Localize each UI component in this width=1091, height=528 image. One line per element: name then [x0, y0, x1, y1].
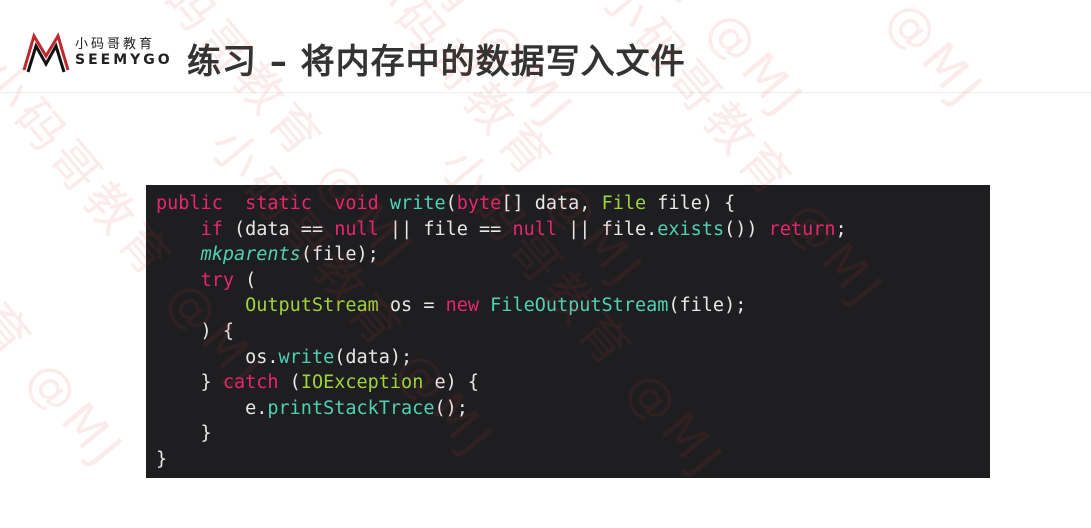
code-line: } catch (IOException e) {: [156, 370, 847, 396]
code-token: file) {: [646, 193, 736, 214]
code-line: ) {: [156, 319, 847, 345]
code-token: IOException: [300, 372, 424, 394]
code-token: exists: [657, 218, 725, 240]
code-token: if: [200, 218, 223, 240]
code-token: void: [334, 193, 379, 214]
code-token: e) {: [423, 372, 480, 394]
code-token: }: [156, 372, 223, 394]
code-token: e.: [156, 397, 268, 419]
code-token: File: [601, 193, 647, 214]
code-line: public static void write(byte[] data, Fi…: [156, 191, 847, 217]
code-line: }: [156, 421, 847, 447]
code-token: os.: [156, 346, 279, 368]
logo: 小码哥教育 SEEMYGO: [22, 30, 182, 74]
watermark-text: 小码哥教育 @MJ: [0, 127, 137, 480]
code-block: public static void write(byte[] data, Fi…: [146, 185, 990, 478]
code-token: FileOutputStream: [490, 295, 669, 317]
code-token: OutputStream: [245, 295, 379, 317]
code-token: }: [156, 423, 212, 445]
code-token: printStackTrace: [267, 397, 435, 419]
code-token: static: [245, 193, 312, 214]
code-token: (: [278, 372, 301, 394]
code-token: ;: [835, 218, 847, 240]
code-token: try: [200, 269, 234, 291]
code-token: (file);: [668, 295, 747, 317]
code-token: (data);: [334, 346, 413, 368]
slide-header: 小码哥教育 SEEMYGO 练习 – 将内存中的数据写入文件: [0, 0, 1091, 93]
code-line: mkparents(file);: [156, 242, 847, 268]
code-token: (: [445, 193, 457, 214]
code-line: if (data == null || file == null || file…: [156, 217, 847, 243]
code-token: || file ==: [378, 218, 513, 240]
code-token: null: [512, 218, 558, 240]
code-token: (file);: [300, 244, 379, 266]
code-token: new: [445, 295, 480, 317]
code-token: [] data,: [501, 193, 602, 214]
code-token: || file.: [557, 218, 658, 240]
code-token: os =: [378, 295, 446, 317]
code-line: os.write(data);: [156, 345, 847, 371]
code-token: catch: [222, 372, 279, 394]
code-token: ()): [724, 218, 769, 240]
page-title: 练习 – 将内存中的数据写入文件: [187, 42, 686, 82]
code-token: byte: [456, 193, 502, 214]
code-token: write: [389, 193, 446, 214]
code-token: ) {: [156, 320, 234, 342]
code-token: return: [768, 218, 836, 240]
code-token: ();: [434, 397, 468, 419]
logo-text-cn: 小码哥教育: [75, 37, 156, 52]
code-token: }: [156, 448, 168, 470]
code-token: (data ==: [222, 218, 335, 240]
code-token: mkparents: [200, 244, 301, 266]
code-token: public: [156, 193, 223, 214]
code-token: write: [278, 346, 335, 368]
code-line: e.printStackTrace();: [156, 396, 847, 422]
code-text: public static void write(byte[] data, Fi…: [156, 191, 847, 473]
code-token: (: [233, 269, 257, 291]
logo-text-en: SEEMYGO: [75, 52, 173, 68]
logo-m-icon: [22, 32, 70, 73]
code-line: OutputStream os = new FileOutputStream(f…: [156, 293, 847, 319]
code-token: null: [334, 218, 379, 240]
code-line: try (: [156, 268, 847, 294]
code-line: }: [156, 447, 847, 473]
